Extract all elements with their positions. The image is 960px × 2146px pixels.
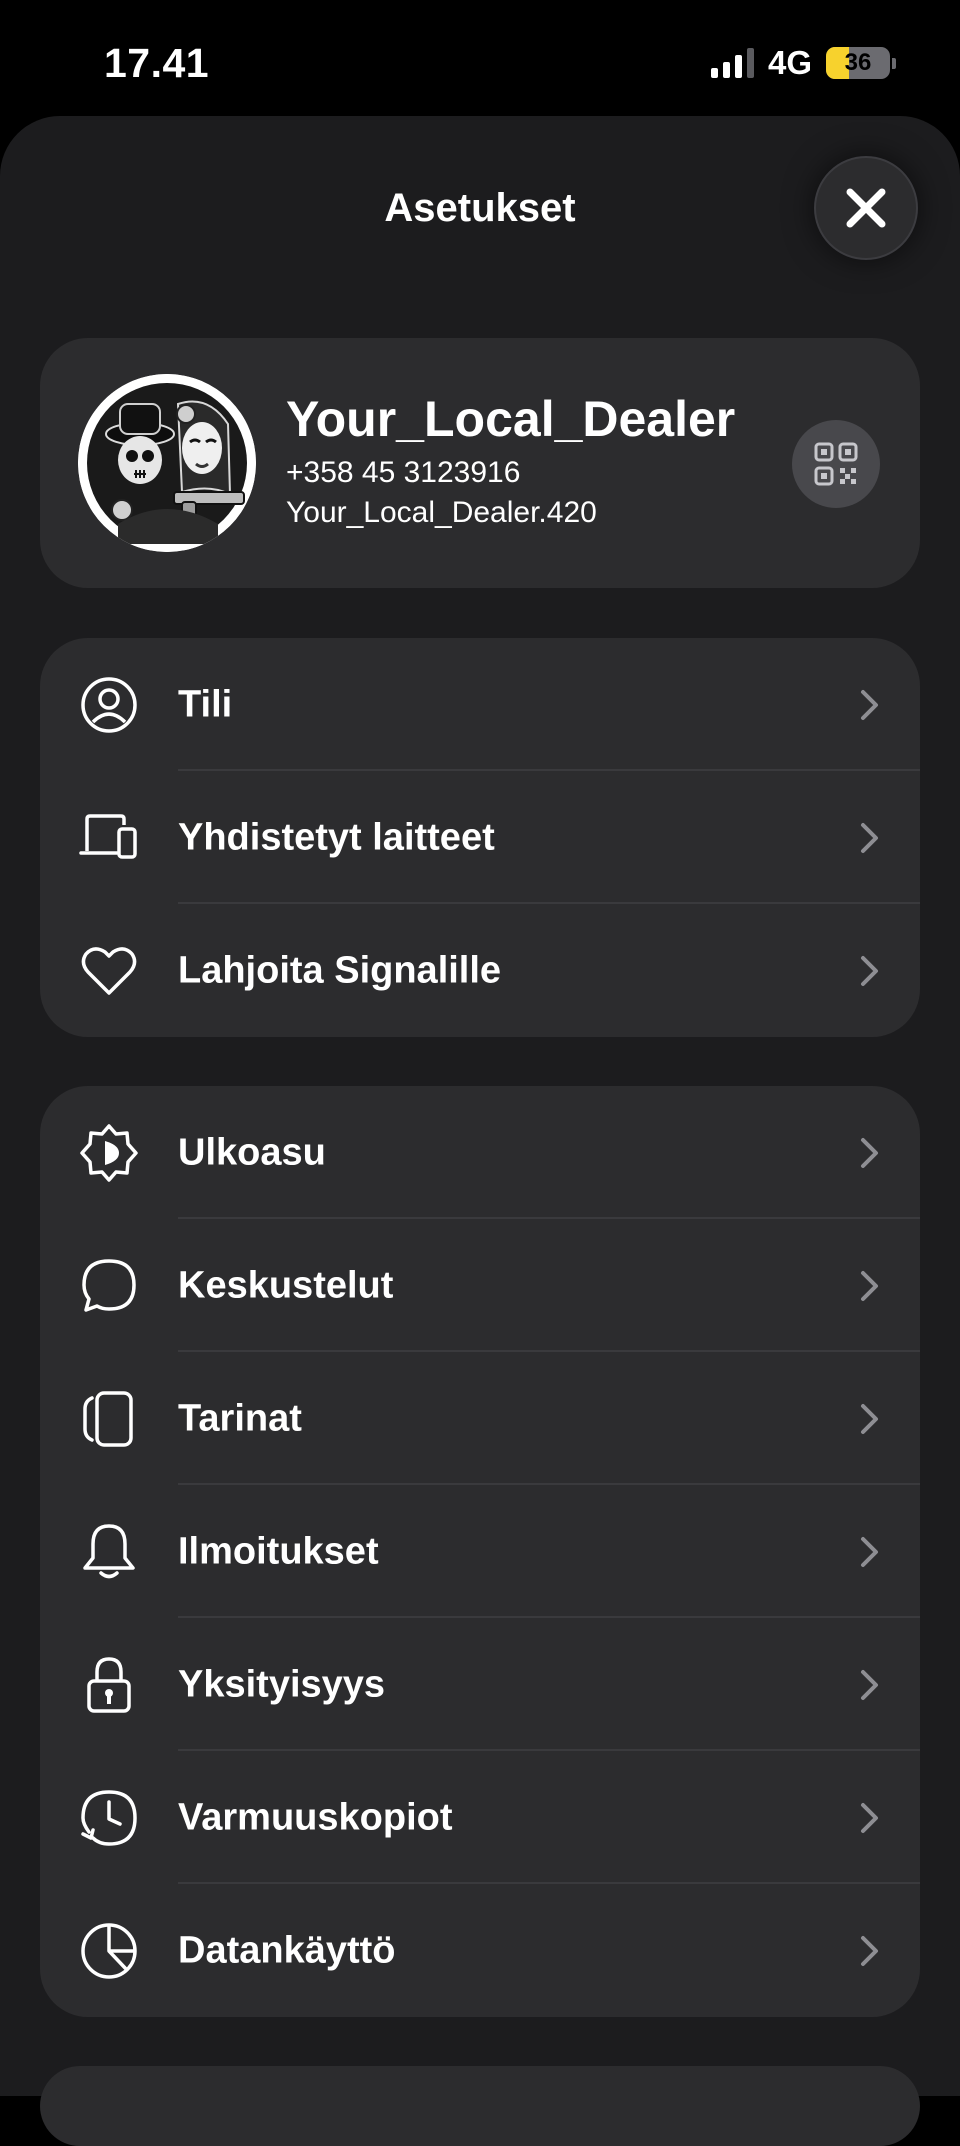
settings-row-label: Tili [178, 683, 233, 725]
close-icon [842, 184, 890, 232]
chevron-right-icon [858, 1668, 882, 1702]
settings-row-linked-devices[interactable]: Yhdistetyt laitteet [40, 771, 920, 904]
profile-phone: +358 45 3123916 [286, 456, 521, 489]
lock-icon [78, 1654, 140, 1716]
settings-row-label: Datankäyttö [178, 1929, 396, 1971]
chevron-right-icon [858, 1801, 882, 1835]
settings-row-label: Ulkoasu [178, 1131, 326, 1173]
appearance-icon [78, 1122, 140, 1184]
status-time: 17.41 [104, 40, 210, 86]
chevron-right-icon [858, 954, 882, 988]
profile-username: Your_Local_Dealer.420 [286, 496, 597, 529]
settings-row-privacy[interactable]: Yksityisyys [40, 1618, 920, 1751]
settings-sheet: Asetukset Your_Local_Dealer +358 45 3123… [0, 116, 960, 2146]
settings-row-account[interactable]: Tili [40, 638, 920, 771]
settings-group-account: Tili Yhdistetyt laitteet Lahjoita Signal… [40, 638, 920, 1037]
cellular-signal-icon [710, 48, 754, 78]
heart-icon [78, 940, 140, 1002]
chevron-right-icon [858, 1402, 882, 1436]
settings-row-chats[interactable]: Keskustelut [40, 1219, 920, 1352]
bell-icon [78, 1521, 140, 1583]
chevron-right-icon [858, 1535, 882, 1569]
avatar [78, 374, 256, 552]
chevron-right-icon [858, 1136, 882, 1170]
chat-bubble-icon [78, 1255, 140, 1317]
profile-name: Your_Local_Dealer [286, 391, 736, 447]
linked-devices-icon [78, 807, 140, 869]
settings-row-data-usage[interactable]: Datankäyttö [40, 1884, 920, 2017]
battery-level: 36 [844, 49, 872, 76]
chevron-right-icon [858, 688, 882, 722]
qr-code-button[interactable] [792, 420, 880, 508]
settings-row-label: Varmuuskopiot [178, 1796, 453, 1838]
settings-row-stories[interactable]: Tarinat [40, 1352, 920, 1485]
pie-chart-icon [78, 1920, 140, 1982]
settings-row-label: Keskustelut [178, 1264, 394, 1306]
network-type: 4G [767, 44, 812, 81]
settings-row-label: Lahjoita Signalille [178, 949, 502, 991]
settings-group-next [40, 2066, 920, 2146]
settings-row-notifications[interactable]: Ilmoitukset [40, 1485, 920, 1618]
settings-row-label: Tarinat [178, 1397, 302, 1439]
settings-row-backups[interactable]: Varmuuskopiot [40, 1751, 920, 1884]
status-bar: 17.41 4G 36 [0, 0, 960, 118]
settings-row-donate[interactable]: Lahjoita Signalille [40, 904, 920, 1037]
settings-row-label: Ilmoitukset [178, 1530, 379, 1572]
stories-icon [78, 1388, 140, 1450]
profile-card[interactable]: Your_Local_Dealer +358 45 3123916 Your_L… [40, 338, 920, 588]
qr-code-icon [813, 441, 859, 487]
battery-icon: 36 [826, 47, 890, 79]
chevron-right-icon [858, 1934, 882, 1968]
backup-clock-icon [78, 1787, 140, 1849]
settings-row-appearance[interactable]: Ulkoasu [40, 1086, 920, 1219]
status-indicators: 4G 36 [710, 44, 896, 82]
account-icon [78, 674, 140, 736]
settings-row-label: Yksityisyys [178, 1663, 386, 1705]
chevron-right-icon [858, 821, 882, 855]
settings-group-general: Ulkoasu Keskustelut Tarinat Ilmoitukset … [40, 1086, 920, 2017]
chevron-right-icon [858, 1269, 882, 1303]
settings-row-label: Yhdistetyt laitteet [178, 816, 495, 858]
avatar-illustration [78, 374, 256, 552]
battery-tip [892, 57, 896, 69]
close-button[interactable] [814, 156, 918, 260]
